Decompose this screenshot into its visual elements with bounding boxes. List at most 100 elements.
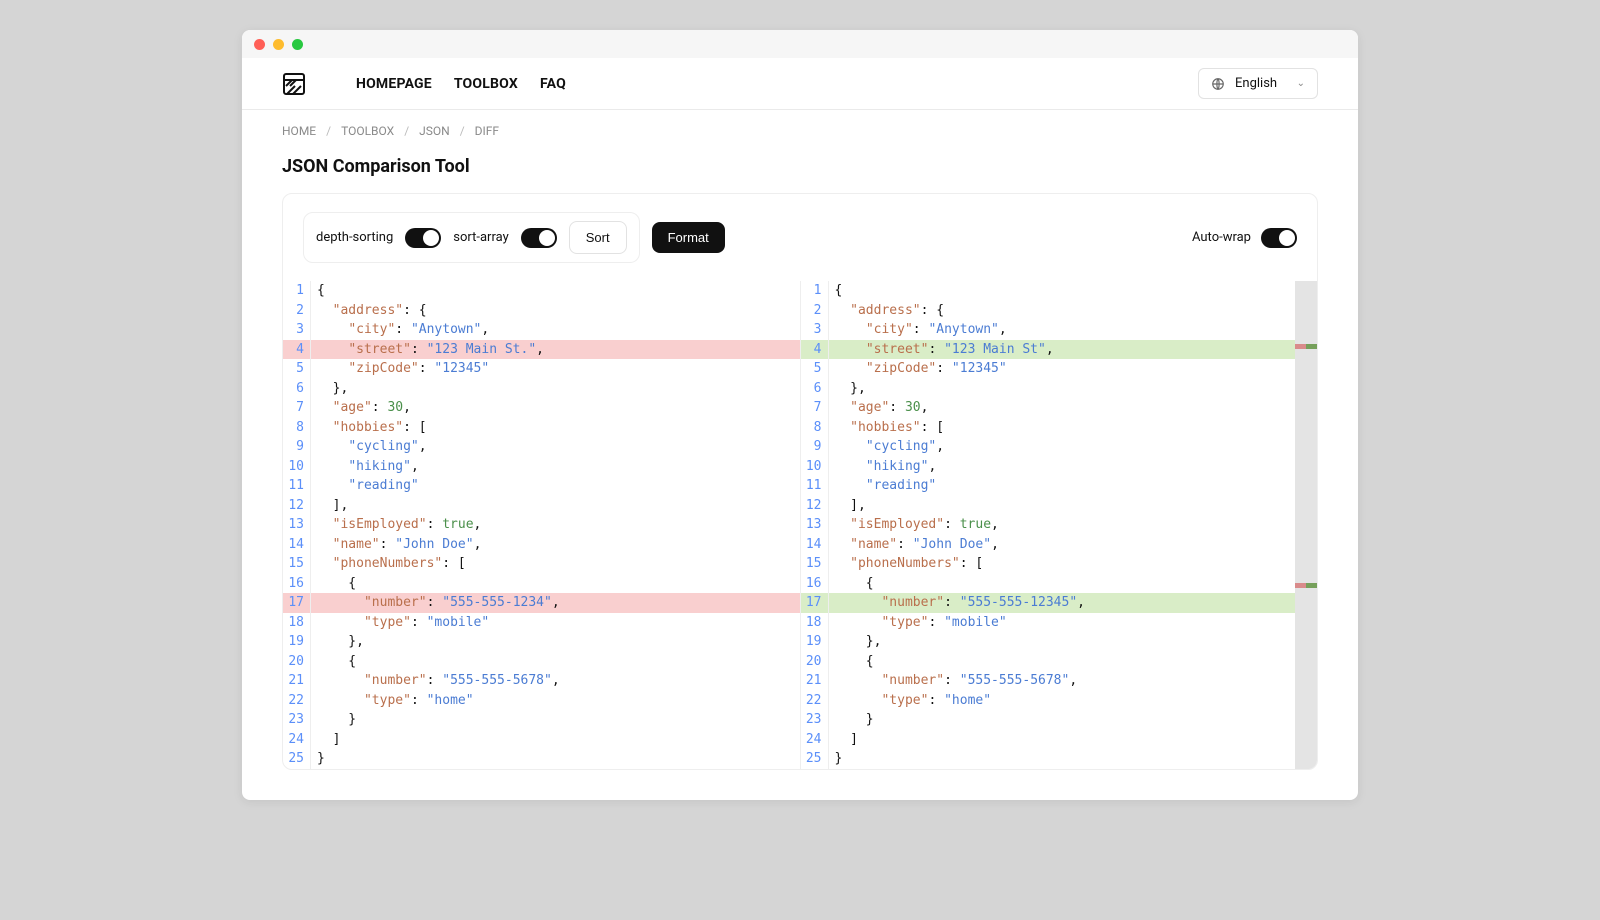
line-number: 20 — [283, 652, 311, 672]
line-text: "cycling", — [315, 437, 800, 457]
crumb-json[interactable]: JSON — [419, 124, 450, 138]
code-line: 2 "address": { — [801, 301, 1318, 321]
minimap-diff-marker[interactable] — [1295, 583, 1317, 588]
line-number: 11 — [801, 476, 829, 496]
code-line: 15 "phoneNumbers": [ — [801, 554, 1318, 574]
logo-icon[interactable] — [282, 72, 306, 96]
line-number: 21 — [801, 671, 829, 691]
right-editor[interactable]: 1{2 "address": {3 "city": "Anytown",4 "s… — [801, 281, 1318, 769]
line-text: "isEmployed": true, — [315, 515, 800, 535]
line-text: "age": 30, — [315, 398, 800, 418]
line-text: } — [833, 749, 1318, 769]
code-line: 8 "hobbies": [ — [801, 418, 1318, 438]
close-icon[interactable] — [254, 39, 265, 50]
nav-homepage[interactable]: HOMEPAGE — [356, 76, 432, 92]
code-line: 13 "isEmployed": true, — [801, 515, 1318, 535]
line-text: "address": { — [315, 301, 800, 321]
line-text: { — [315, 281, 800, 301]
code-line: 8 "hobbies": [ — [283, 418, 800, 438]
line-number: 9 — [801, 437, 829, 457]
code-line: 5 "zipCode": "12345" — [283, 359, 800, 379]
line-text: "zipCode": "12345" — [315, 359, 800, 379]
line-text: "address": { — [833, 301, 1318, 321]
line-number: 13 — [801, 515, 829, 535]
code-line: 11 "reading" — [283, 476, 800, 496]
line-text: "name": "John Doe", — [833, 535, 1318, 555]
code-line: 16 { — [801, 574, 1318, 594]
code-line: 6 }, — [801, 379, 1318, 399]
code-line: 3 "city": "Anytown", — [801, 320, 1318, 340]
line-number: 4 — [283, 340, 311, 360]
breadcrumb: HOME / TOOLBOX / JSON / DIFF — [242, 110, 1358, 138]
line-number: 14 — [801, 535, 829, 555]
minimize-icon[interactable] — [273, 39, 284, 50]
line-number: 18 — [283, 613, 311, 633]
nav-faq[interactable]: FAQ — [540, 76, 566, 92]
line-text: { — [833, 652, 1318, 672]
line-text: "number": "555-555-1234", — [315, 593, 800, 613]
line-number: 19 — [801, 632, 829, 652]
language-select[interactable]: English ⌄ — [1198, 68, 1318, 99]
toolbar: depth-sorting sort-array Sort Format Aut… — [283, 194, 1317, 281]
crumb-diff[interactable]: DIFF — [475, 124, 499, 138]
code-line: 18 "type": "mobile" — [801, 613, 1318, 633]
sort-array-toggle[interactable] — [521, 228, 557, 248]
code-line: 18 "type": "mobile" — [283, 613, 800, 633]
code-line: 17 "number": "555-555-1234", — [283, 593, 800, 613]
sort-button[interactable]: Sort — [569, 221, 627, 254]
line-text: { — [833, 574, 1318, 594]
line-number: 22 — [283, 691, 311, 711]
crumb-sep: / — [460, 124, 465, 138]
left-editor[interactable]: 1{2 "address": {3 "city": "Anytown",4 "s… — [283, 281, 801, 769]
line-number: 18 — [801, 613, 829, 633]
diff-panel: depth-sorting sort-array Sort Format Aut… — [282, 193, 1318, 770]
format-button[interactable]: Format — [652, 222, 725, 253]
line-number: 7 — [283, 398, 311, 418]
line-text: "street": "123 Main St.", — [315, 340, 800, 360]
code-line: 15 "phoneNumbers": [ — [283, 554, 800, 574]
line-text: } — [315, 749, 800, 769]
line-text: }, — [833, 632, 1318, 652]
globe-icon — [1211, 77, 1225, 91]
line-number: 3 — [283, 320, 311, 340]
crumb-toolbox[interactable]: TOOLBOX — [341, 124, 394, 138]
line-text: "type": "home" — [833, 691, 1318, 711]
line-text: }, — [315, 379, 800, 399]
minimap-diff-marker[interactable] — [1295, 344, 1317, 349]
line-text: "cycling", — [833, 437, 1318, 457]
line-number: 25 — [801, 749, 829, 769]
line-number: 8 — [283, 418, 311, 438]
code-line: 14 "name": "John Doe", — [283, 535, 800, 555]
autowrap-control: Auto-wrap — [1192, 228, 1297, 248]
line-text: "city": "Anytown", — [833, 320, 1318, 340]
autowrap-label: Auto-wrap — [1192, 230, 1251, 245]
code-line: 12 ], — [801, 496, 1318, 516]
line-number: 10 — [283, 457, 311, 477]
depth-sort-toggle[interactable] — [405, 228, 441, 248]
autowrap-toggle[interactable] — [1261, 228, 1297, 248]
code-line: 4 "street": "123 Main St", — [801, 340, 1318, 360]
code-line: 1{ — [801, 281, 1318, 301]
code-line: 21 "number": "555-555-5678", — [283, 671, 800, 691]
line-text: "reading" — [833, 476, 1318, 496]
code-line: 10 "hiking", — [801, 457, 1318, 477]
chevron-down-icon: ⌄ — [1297, 79, 1305, 89]
code-line: 12 ], — [283, 496, 800, 516]
line-number: 16 — [801, 574, 829, 594]
nav-toolbox[interactable]: TOOLBOX — [454, 76, 518, 92]
code-line: 7 "age": 30, — [283, 398, 800, 418]
line-number: 23 — [801, 710, 829, 730]
line-text: } — [315, 710, 800, 730]
code-line: 25} — [801, 749, 1318, 769]
code-line: 25} — [283, 749, 800, 769]
maximize-icon[interactable] — [292, 39, 303, 50]
line-text: ], — [833, 496, 1318, 516]
minimap-scrollbar[interactable] — [1295, 281, 1317, 769]
crumb-home[interactable]: HOME — [282, 124, 316, 138]
line-text: "hiking", — [315, 457, 800, 477]
titlebar — [242, 30, 1358, 58]
line-number: 23 — [283, 710, 311, 730]
code-line: 20 { — [283, 652, 800, 672]
line-text: ] — [833, 730, 1318, 750]
code-line: 22 "type": "home" — [283, 691, 800, 711]
